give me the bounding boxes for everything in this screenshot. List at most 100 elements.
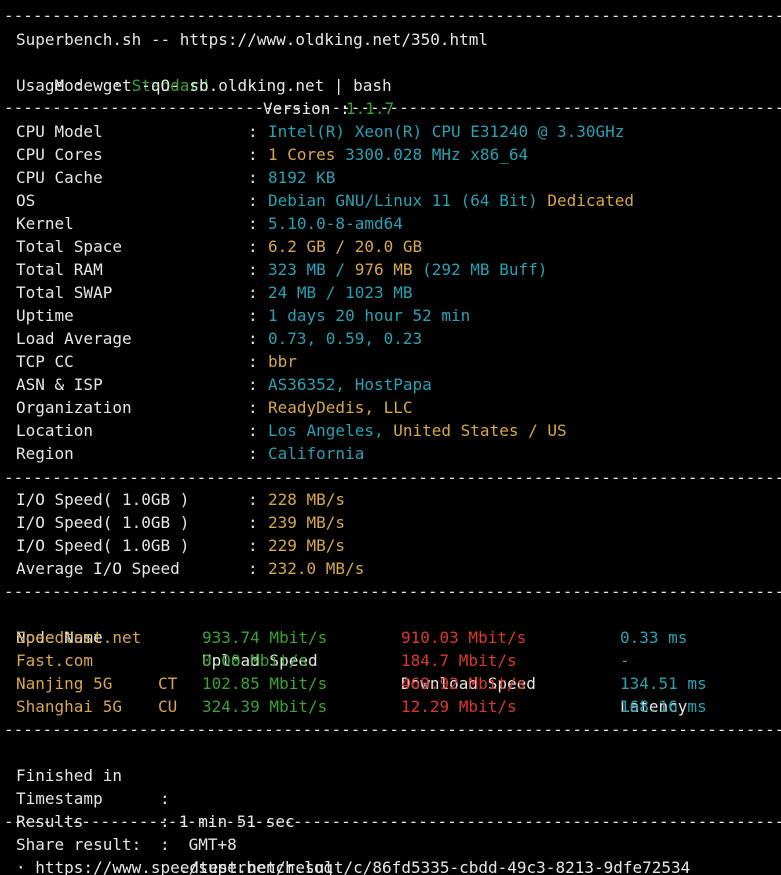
system-value-extra: 976 MB <box>354 260 413 279</box>
system-label: Kernel <box>16 214 74 233</box>
colon: : <box>248 306 258 325</box>
system-value-extra: 3300.028 MHz x86_64 <box>335 145 529 164</box>
system-label: Total Space <box>16 237 122 256</box>
system-value-text: 0.73, 0.59, 0.23 <box>268 329 423 348</box>
separator: ----------------------------------------… <box>4 6 781 25</box>
system-label: Region <box>16 444 74 463</box>
colon: : <box>248 214 258 233</box>
system-label: CPU Cache <box>16 168 103 187</box>
system-value-text: bbr <box>268 352 297 371</box>
system-value-text: ReadyDedis, LLC <box>268 398 413 417</box>
separator: ----------------------------------------… <box>4 98 781 117</box>
separator: ----------------------------------------… <box>4 582 781 601</box>
system-value: 323 MB / 976 MB (292 MB Buff) <box>268 258 547 281</box>
system-label: Uptime <box>16 306 74 325</box>
system-value-text: California <box>268 444 365 463</box>
system-value-extra: United States / US <box>393 421 567 440</box>
colon: : <box>248 168 258 187</box>
terminal-window[interactable]: ----------------------------------------… <box>0 0 781 875</box>
colon: : <box>248 329 258 348</box>
node-isp: CT <box>158 674 178 693</box>
download-speed: 469.92 Mbit/s <box>401 674 527 693</box>
upload-speed: 102.85 Mbit/s <box>202 674 328 693</box>
latency: 168.16 ms <box>620 697 707 716</box>
colon: : <box>248 398 258 417</box>
system-value: 6.2 GB / 20.0 GB <box>268 235 422 258</box>
system-value-extra2: (292 MB Buff) <box>412 260 548 279</box>
system-label: Location <box>16 421 94 440</box>
system-value-text: Intel(R) Xeon(R) CPU E31240 @ 3.30GHz <box>268 122 625 141</box>
latency: 0.33 ms <box>620 628 688 647</box>
colon: : <box>248 375 258 394</box>
system-value: 5.10.0-8-amd64 <box>268 212 403 235</box>
system-value: 1 days 20 hour 52 min <box>268 304 470 327</box>
system-label: Load Average <box>16 329 132 348</box>
colon: : <box>248 283 258 302</box>
system-value-text: 5.10.0-8-amd64 <box>268 214 403 233</box>
colon: : <box>248 559 258 578</box>
system-label: ASN & ISP <box>16 375 103 394</box>
io-value: 229 MB/s <box>268 536 346 555</box>
colon: : <box>248 421 258 440</box>
system-value-extra: Dedicated <box>537 191 635 210</box>
io-value: 232.0 MB/s <box>268 559 365 578</box>
results-line: Results : ./superbench.log <box>16 787 333 875</box>
timestamp-line: Timestamp : GMT+8 <box>16 764 237 854</box>
colon: : <box>248 490 258 509</box>
colon: : <box>248 191 258 210</box>
upload-speed: 933.74 Mbit/s <box>202 628 328 647</box>
system-label: Organization <box>16 398 132 417</box>
system-value-text: 1 days 20 hour 52 min <box>268 306 471 325</box>
node-name: Shanghai 5G <box>16 697 122 716</box>
io-label: I/O Speed( 1.0GB ) <box>16 490 190 509</box>
system-label: CPU Model <box>16 122 103 141</box>
colon: : <box>160 835 170 854</box>
io-value: 228 MB/s <box>268 490 346 509</box>
io-label: I/O Speed( 1.0GB ) <box>16 536 190 555</box>
system-label: TCP CC <box>16 352 74 371</box>
system-value-text: 6.2 GB / <box>268 237 355 256</box>
colon: : <box>248 260 258 279</box>
system-value: Debian GNU/Linux 11 (64 Bit) Dedicated <box>268 189 634 212</box>
finished-line: Finished in : 1 min 51 sec <box>16 741 295 831</box>
io-label: I/O Speed( 1.0GB ) <box>16 513 190 532</box>
colon: : <box>248 444 258 463</box>
system-value-text: 8192 KB <box>268 168 336 187</box>
colon: : <box>248 536 258 555</box>
system-value: 24 MB / 1023 MB <box>268 281 413 304</box>
io-value: 239 MB/s <box>268 513 346 532</box>
upload-speed: 324.39 Mbit/s <box>202 697 328 716</box>
system-value-text: Debian GNU/Linux 11 (64 Bit) <box>268 191 538 210</box>
timestamp-value: GMT+8 <box>179 835 237 854</box>
separator: ----------------------------------------… <box>4 812 781 831</box>
system-value: bbr <box>268 350 297 373</box>
colon: : <box>248 237 258 256</box>
upload-speed: 0.00 Mbit/s <box>202 651 308 670</box>
system-value: ReadyDedis, LLC <box>268 396 413 419</box>
system-label: Total SWAP <box>16 283 113 302</box>
system-label: Total RAM <box>16 260 103 279</box>
node-name: Nanjing 5G <box>16 674 113 693</box>
system-value: California <box>268 442 364 465</box>
system-label: OS <box>16 191 36 210</box>
colon: : <box>248 145 258 164</box>
system-value: 8192 KB <box>268 166 335 189</box>
share-label: Share result: <box>16 835 142 854</box>
system-value-text: 323 MB / <box>268 260 355 279</box>
system-label: CPU Cores <box>16 145 103 164</box>
node-name: Fast.com <box>16 651 94 670</box>
header-title: Superbench.sh -- https://www.oldking.net… <box>16 30 489 49</box>
system-value-text: 1 Cores <box>268 145 336 164</box>
system-value-text: AS36352, HostPapa <box>268 375 432 394</box>
system-value: 1 Cores 3300.028 MHz x86_64 <box>268 143 528 166</box>
usage-line: Usage : wget -qO- sb.oldking.net | bash <box>16 76 392 95</box>
mode-line: Mode : Standard Version : 1.1.7 <box>16 51 395 118</box>
separator: ----------------------------------------… <box>4 720 781 739</box>
separator: ----------------------------------------… <box>4 468 781 487</box>
node-isp: CU <box>158 697 178 716</box>
system-value-extra: 20.0 GB <box>354 237 423 256</box>
latency: - <box>620 651 630 670</box>
colon: : <box>248 352 258 371</box>
latency: 134.51 ms <box>620 674 707 693</box>
share-link[interactable]: · https://www.speedtest.net/result/c/86f… <box>16 856 690 875</box>
